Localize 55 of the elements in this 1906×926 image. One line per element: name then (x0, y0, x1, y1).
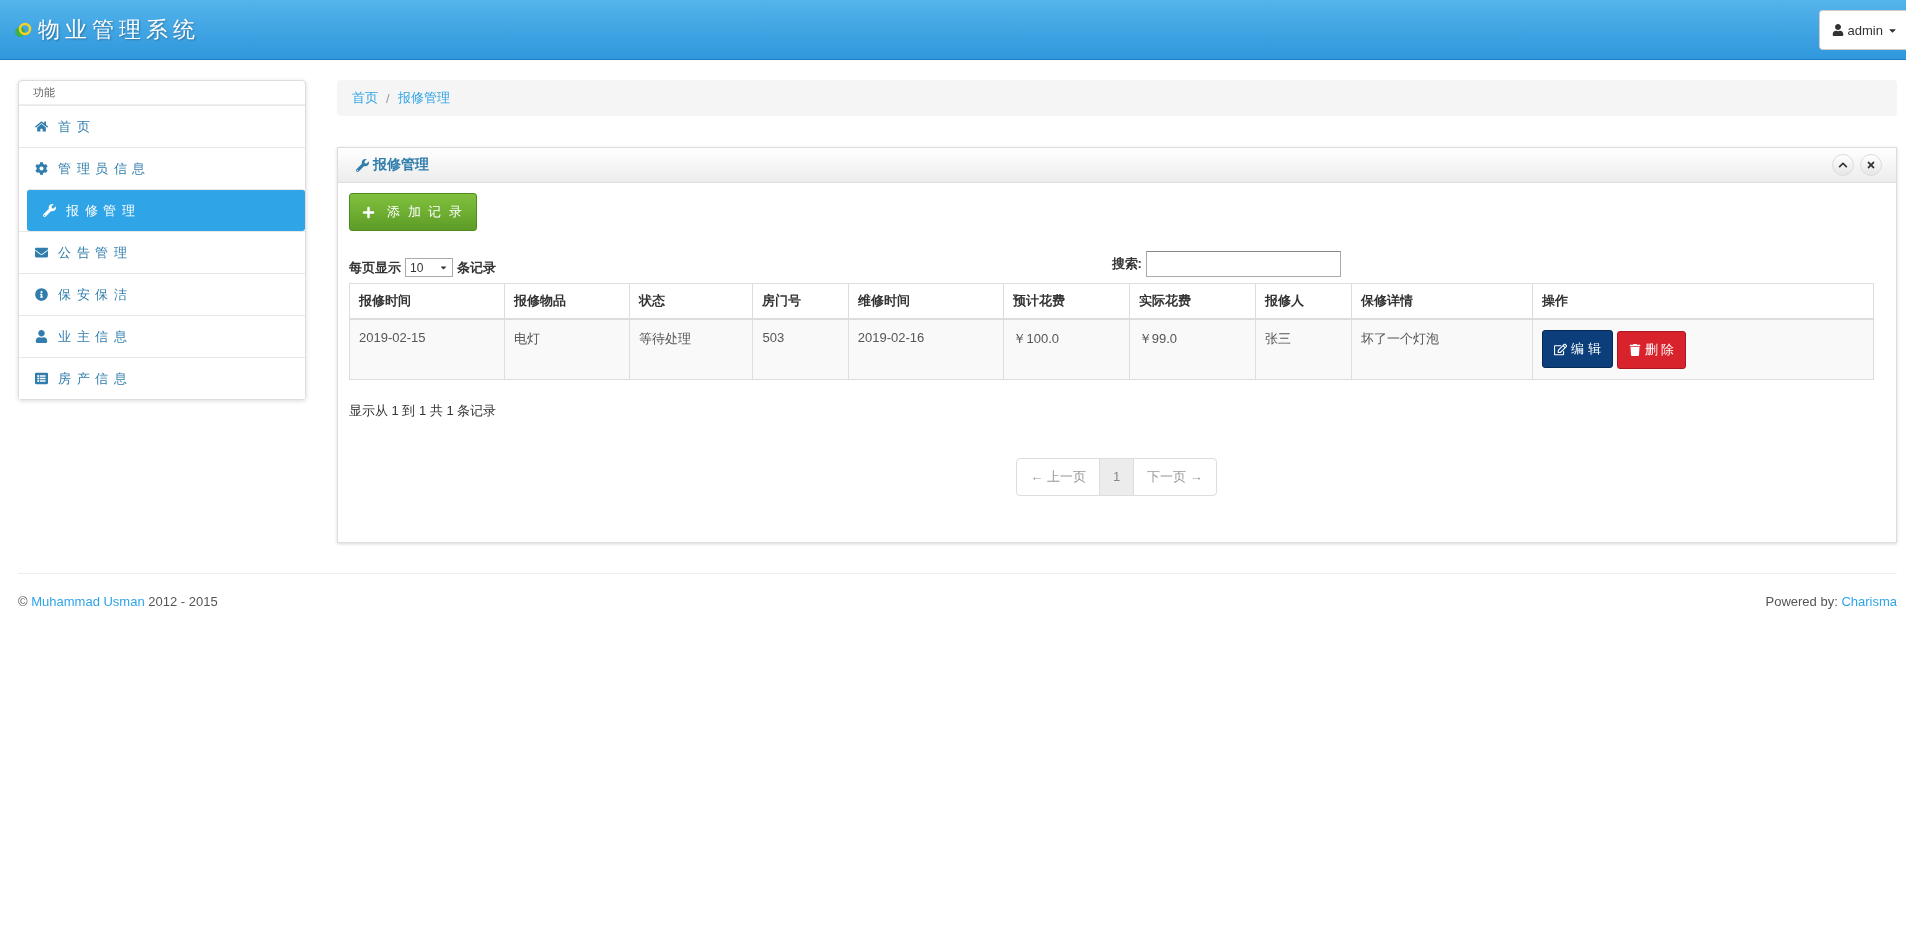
table-cell: 坏了一个灯泡 (1351, 319, 1533, 379)
page-size-label: 条记录 (457, 258, 496, 277)
edit-icon (1554, 342, 1568, 356)
table-cell: 2019-02-16 (848, 319, 1004, 379)
table-cell: ￥100.0 (1003, 319, 1130, 379)
sidebar-item[interactable]: 管 理 员 信 息 (19, 147, 305, 189)
wrench-icon (356, 158, 369, 172)
info-icon (35, 288, 48, 301)
search-label: 搜索: (1111, 255, 1142, 273)
table-cell: ￥99.0 (1129, 319, 1256, 379)
powered-by-label: Powered by: (1765, 593, 1838, 609)
sidebar-item[interactable]: 公 告 管 理 (19, 231, 305, 273)
charisma-link[interactable]: Charisma (1841, 593, 1897, 609)
close-button[interactable] (1860, 154, 1882, 176)
sidebar-item[interactable]: 保 安 保 洁 (19, 273, 305, 315)
logo-icon (14, 21, 32, 38)
table-cell: 2019-02-15 (349, 319, 505, 379)
panel-title: 报修管理 (373, 156, 429, 174)
copyright-years: 2012 - 2015 (148, 593, 218, 609)
breadcrumb-link[interactable]: 报修管理 (397, 89, 450, 107)
sidebar-item[interactable]: 业 主 信 息 (19, 315, 305, 357)
user-icon (1831, 24, 1844, 36)
sidebar-item[interactable]: 报 修 管 理 (27, 189, 305, 231)
edit-button[interactable]: 编 辑 (1542, 330, 1613, 368)
table-cell: 503 (752, 319, 849, 379)
caret-icon (439, 263, 448, 272)
author-link[interactable]: Muhammad Usman (31, 593, 145, 609)
user-menu-button[interactable]: admin (1818, 10, 1906, 50)
close-icon (1866, 160, 1876, 170)
collapse-button[interactable] (1832, 154, 1854, 176)
page-size-select[interactable]: 10 (405, 258, 453, 277)
page-size-label: 每页显示 (349, 258, 401, 277)
breadcrumb-link[interactable]: 首页 (352, 89, 378, 107)
table-cell: 电灯 (504, 319, 630, 379)
delete-button[interactable]: 删 除 (1616, 330, 1687, 369)
table-info: 显示从 1 到 1 共 1 条记录 (349, 401, 498, 420)
sidebar-item[interactable]: 首 页 (19, 105, 305, 147)
pagination-link[interactable]: 1 (1098, 457, 1135, 496)
table-cell: 张三 (1255, 319, 1352, 379)
table-cell: 等待处理 (629, 319, 753, 379)
gear-icon (35, 162, 48, 175)
trash-icon (1628, 343, 1641, 356)
user-icon (35, 330, 48, 343)
app-title: 物业管理系统 (38, 15, 200, 44)
home-icon (35, 120, 48, 133)
chevron-up-icon (1838, 160, 1848, 170)
search-field[interactable] (1145, 251, 1341, 277)
plus-icon (362, 205, 375, 219)
envelope-icon (35, 246, 48, 259)
list-icon (35, 372, 48, 385)
copyright-sign: © (18, 593, 28, 609)
wrench-icon (43, 204, 56, 217)
add-record-button[interactable]: 添 加 记 录 (349, 193, 477, 231)
breadcrumb-separator: / (386, 90, 390, 106)
sidebar-item[interactable]: 房 产 信 息 (19, 357, 305, 399)
